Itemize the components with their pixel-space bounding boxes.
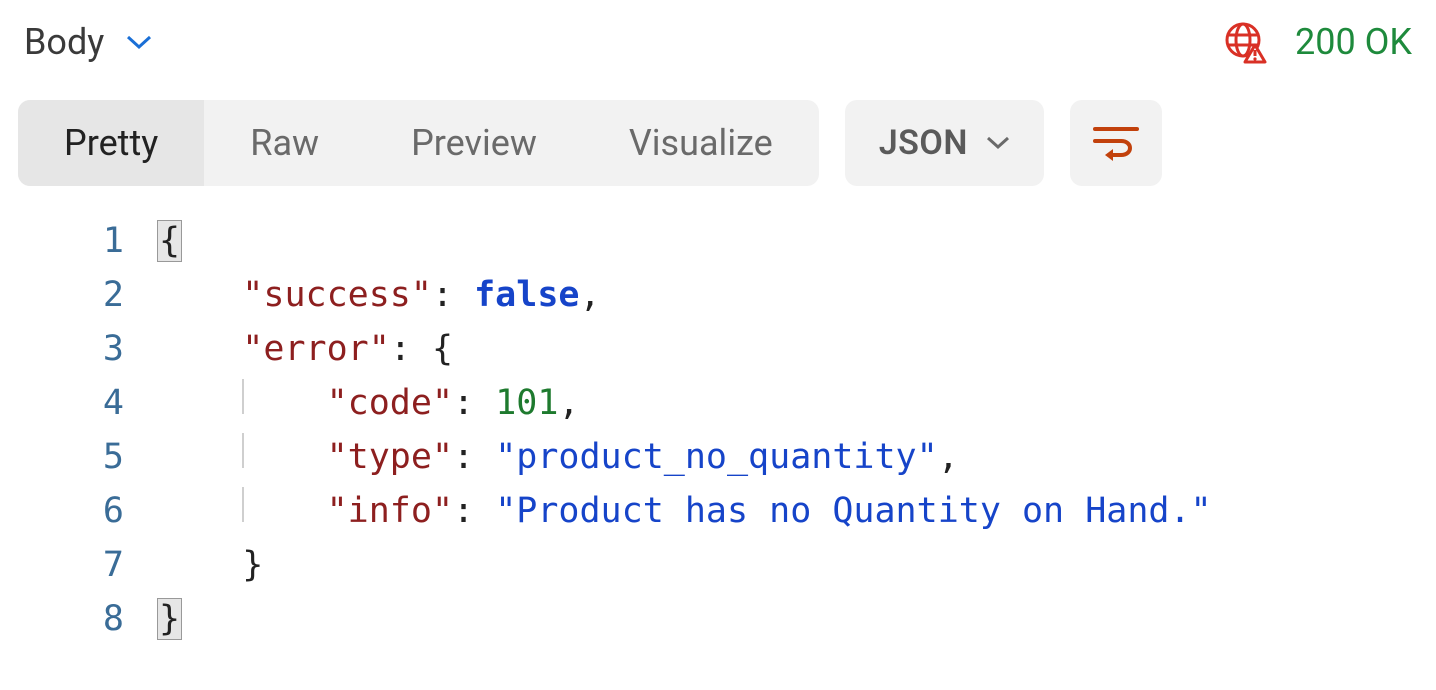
body-dropdown[interactable]: Body (24, 21, 152, 63)
line-number: 6 (18, 484, 158, 538)
line-number: 7 (18, 538, 158, 592)
tab-preview[interactable]: Preview (365, 100, 583, 186)
header-right: 200 OK (1223, 20, 1412, 64)
json-key-info: "info" (327, 491, 453, 531)
globe-warning-icon[interactable] (1223, 20, 1267, 64)
json-value-info: "Product has no Quantity on Hand." (495, 491, 1211, 531)
code-line: 6 "info": "Product has no Quantity on Ha… (18, 484, 1418, 538)
json-key-success: "success" (242, 275, 432, 315)
code-line: 3 "error": { (18, 322, 1418, 376)
line-number: 4 (18, 376, 158, 430)
line-number: 8 (18, 592, 158, 646)
wrap-lines-button[interactable] (1070, 100, 1162, 186)
json-value-false: false (474, 275, 579, 315)
wrap-icon (1093, 123, 1139, 163)
response-header: Body 200 OK (18, 20, 1418, 64)
tab-pretty[interactable]: Pretty (18, 100, 204, 186)
chevron-down-icon (986, 136, 1010, 150)
status-code: 200 OK (1295, 21, 1412, 63)
format-label: JSON (879, 123, 968, 163)
code-line: 5 "type": "product_no_quantity", (18, 430, 1418, 484)
line-number: 5 (18, 430, 158, 484)
response-body-code[interactable]: 1 { 2 "success": false, 3 "error": { 4 "… (18, 214, 1418, 646)
chevron-down-icon (126, 34, 152, 50)
format-select[interactable]: JSON (845, 100, 1044, 186)
line-number: 3 (18, 322, 158, 376)
view-tabs: Pretty Raw Preview Visualize (18, 100, 819, 186)
brace-open: { (158, 221, 181, 261)
body-label: Body (24, 21, 104, 63)
code-line: 8 } (18, 592, 1418, 646)
json-key-code: "code" (327, 383, 453, 423)
code-line: 1 { (18, 214, 1418, 268)
brace-close: } (158, 599, 181, 639)
json-value-101: 101 (495, 383, 558, 423)
code-line: 7 } (18, 538, 1418, 592)
json-value-type: "product_no_quantity" (495, 437, 938, 477)
json-key-type: "type" (327, 437, 453, 477)
code-line: 4 "code": 101, (18, 376, 1418, 430)
response-toolbar: Pretty Raw Preview Visualize JSON (18, 100, 1418, 186)
code-line: 2 "success": false, (18, 268, 1418, 322)
tab-visualize[interactable]: Visualize (583, 100, 819, 186)
json-key-error: "error" (242, 329, 390, 369)
line-number: 1 (18, 214, 158, 268)
tab-raw[interactable]: Raw (204, 100, 365, 186)
line-number: 2 (18, 268, 158, 322)
